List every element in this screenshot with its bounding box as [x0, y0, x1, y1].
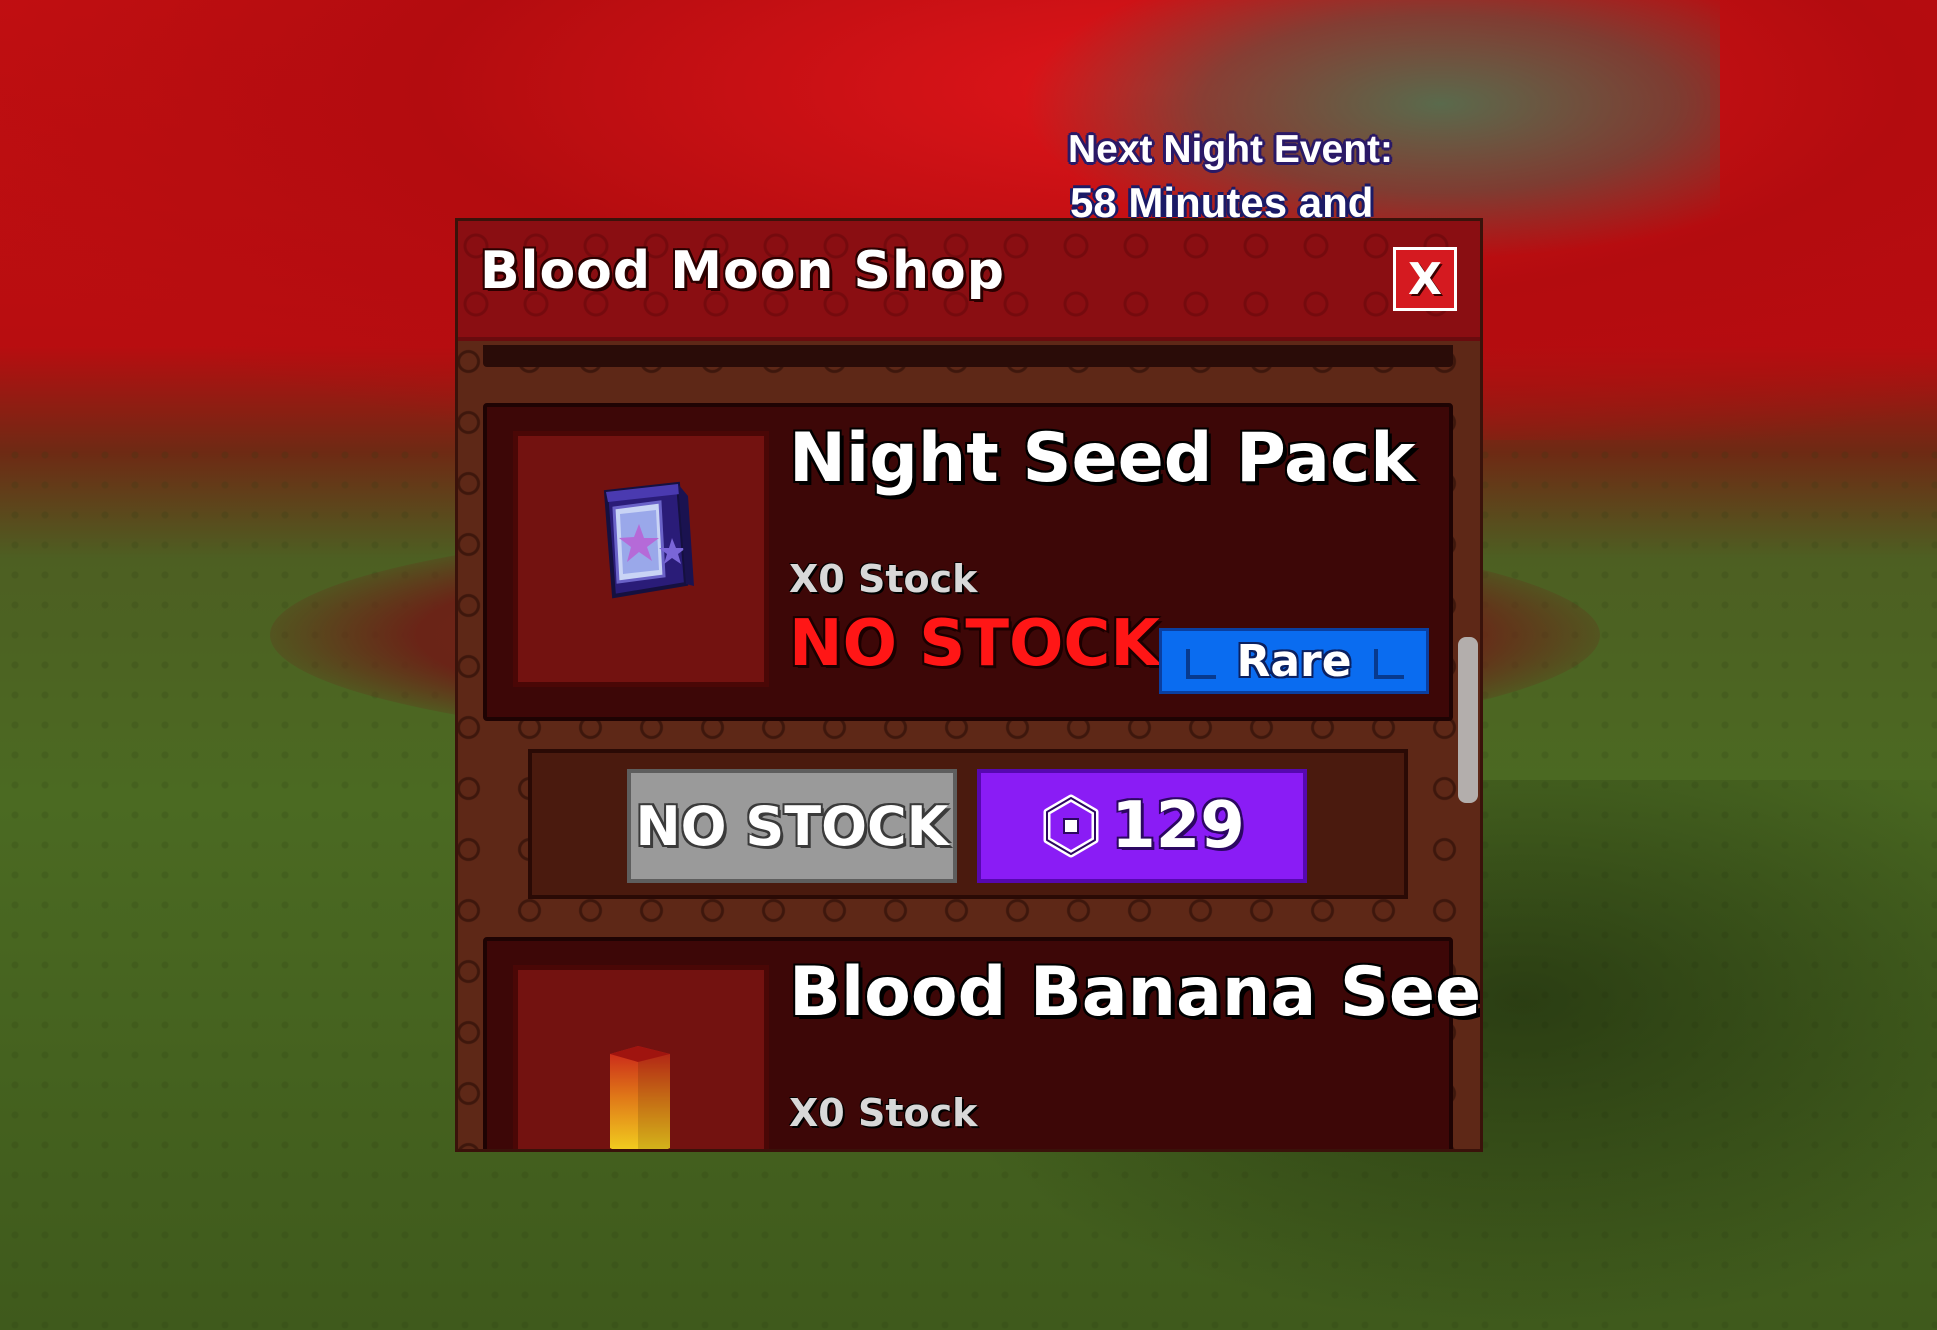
no-stock-button[interactable]: NO STOCK [627, 769, 957, 883]
rarity-badge: Rare [1159, 628, 1429, 694]
blood-moon-shop-window: Blood Moon Shop X Night Seed Pack X0 Sto… [455, 218, 1483, 1152]
purchase-row: NO STOCK 129 [528, 749, 1408, 899]
stock-count: X0 Stock [789, 557, 978, 601]
shop-header: Blood Moon Shop X [458, 221, 1480, 341]
shop-title: Blood Moon Shop [480, 241, 1005, 301]
seed-pack-icon [603, 481, 694, 599]
robux-icon [1043, 794, 1099, 858]
stock-status: NO STOCK [789, 607, 1160, 681]
item-name: Blood Banana Seed [789, 953, 1483, 1032]
item-icon-frame [513, 431, 769, 687]
rarity-label: Rare [1236, 635, 1352, 687]
item-name: Night Seed Pack [789, 419, 1416, 498]
shop-item-list[interactable]: Night Seed Pack X0 Stock NO STOCK Rare N… [458, 341, 1480, 1149]
close-button[interactable]: X [1393, 247, 1457, 311]
item-icon-frame [513, 965, 769, 1149]
next-night-event-label: Next Night Event: [1068, 128, 1394, 171]
list-top-edge [483, 345, 1453, 367]
price-value: 129 [1111, 789, 1245, 863]
item-card-blood-banana-seed[interactable]: Blood Banana Seed X0 Stock [483, 937, 1480, 1149]
item-card-night-seed-pack[interactable]: Night Seed Pack X0 Stock NO STOCK Rare [483, 403, 1453, 721]
stock-count: X0 Stock [789, 1091, 978, 1135]
robux-purchase-button[interactable]: 129 [977, 769, 1307, 883]
next-night-event-timer: 58 Minutes and [1070, 179, 1374, 218]
scrollbar-thumb[interactable] [1458, 637, 1478, 803]
blood-banana-seed-icon [610, 1046, 670, 1149]
